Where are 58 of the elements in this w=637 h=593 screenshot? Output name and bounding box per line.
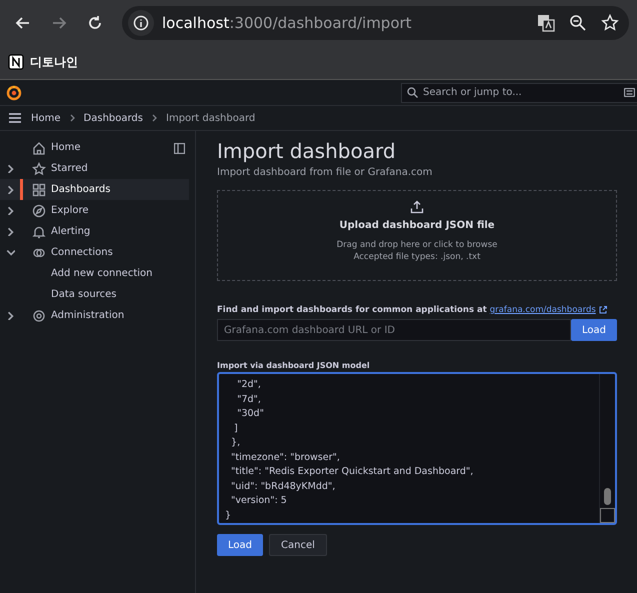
- gear-icon: [32, 308, 46, 322]
- home-icon: [32, 140, 46, 154]
- dock-icon[interactable]: [174, 143, 185, 154]
- page-subtitle: Import dashboard from file or Grafana.com: [217, 167, 434, 178]
- menu-icon[interactable]: [8, 112, 22, 124]
- sidebar-item[interactable]: Starred: [0, 158, 189, 179]
- upload-dropzone[interactable]: Upload dashboard JSON file Drag and drop here or click to browse Accepted file types: .json, .txt: [217, 190, 617, 281]
- breadcrumb-link[interactable]: Import dashboard: [166, 112, 256, 124]
- sidebar-item[interactable]: Connections: [0, 242, 189, 263]
- sidebar-item[interactable]: Alerting: [0, 221, 189, 242]
- chevron-icon: [70, 114, 75, 122]
- sidebar-item[interactable]: Data sources: [0, 284, 195, 305]
- field-label: Find and import dashboards for common applications at: [217, 305, 487, 315]
- reload-icon[interactable]: [87, 15, 103, 31]
- grafana-link[interactable]: grafana.com/dashboards: [490, 305, 596, 315]
- sidebar-item[interactable]: Home: [0, 137, 189, 158]
- notion-icon[interactable]: [8, 54, 24, 70]
- url-input-field[interactable]: Grafana.com dashboard URL or ID: [217, 319, 571, 341]
- search-icon: [407, 87, 418, 98]
- chevron-right-icon[interactable]: [6, 185, 14, 194]
- compass-icon: [32, 204, 46, 218]
- sidebar-item[interactable]: Explore: [0, 200, 189, 221]
- chevron-right-icon[interactable]: [6, 164, 14, 173]
- file-types-text: Accepted file types: .json, .txt: [354, 251, 480, 263]
- scrollbar-thumb[interactable]: [604, 488, 611, 505]
- upload-icon: [410, 200, 424, 214]
- translate-icon[interactable]: [537, 14, 555, 32]
- page-title: Import dashboard: [217, 139, 397, 163]
- chevron-right-icon[interactable]: [6, 311, 14, 320]
- keyboard-icon: [624, 88, 635, 97]
- zoom-out-icon[interactable]: [569, 14, 587, 32]
- back-arrow-icon[interactable]: [15, 15, 31, 31]
- upload-hint: Drag and drop here or click to browse: [336, 239, 498, 251]
- sidebar-item[interactable]: Dashboards: [0, 179, 189, 200]
- star-icon[interactable]: [601, 14, 619, 32]
- load-button[interactable]: Load: [217, 534, 263, 556]
- chevron-icon: [152, 114, 157, 122]
- breadcrumb-link[interactable]: Home: [31, 112, 61, 124]
- chevron-right-icon[interactable]: [6, 227, 14, 236]
- grid-icon: [32, 182, 46, 196]
- breadcrumb-link[interactable]: Dashboards: [84, 112, 143, 124]
- resize-handle[interactable]: [600, 508, 615, 523]
- grafana-logo-icon[interactable]: [6, 84, 22, 100]
- load-button[interactable]: Load: [571, 319, 617, 341]
- star-icon: [32, 162, 46, 176]
- sidebar-item[interactable]: Add new connection: [0, 263, 195, 284]
- chevron-right-icon[interactable]: [6, 206, 14, 215]
- sidebar-item[interactable]: Administration: [0, 305, 189, 326]
- upload-title: Upload dashboard JSON file: [339, 220, 495, 231]
- search-field[interactable]: Search or jump to...: [401, 82, 637, 102]
- external-link-icon[interactable]: [598, 306, 607, 314]
- info-icon[interactable]: [133, 15, 149, 31]
- forward-arrow-icon[interactable]: [51, 15, 67, 31]
- field-label: Import via dashboard JSON model: [217, 361, 371, 370]
- cancel-button[interactable]: Cancel: [269, 534, 327, 556]
- chevron-down-icon[interactable]: [6, 248, 14, 257]
- bookmark-link[interactable]: 디토나인: [30, 54, 78, 70]
- bell-icon: [32, 224, 46, 238]
